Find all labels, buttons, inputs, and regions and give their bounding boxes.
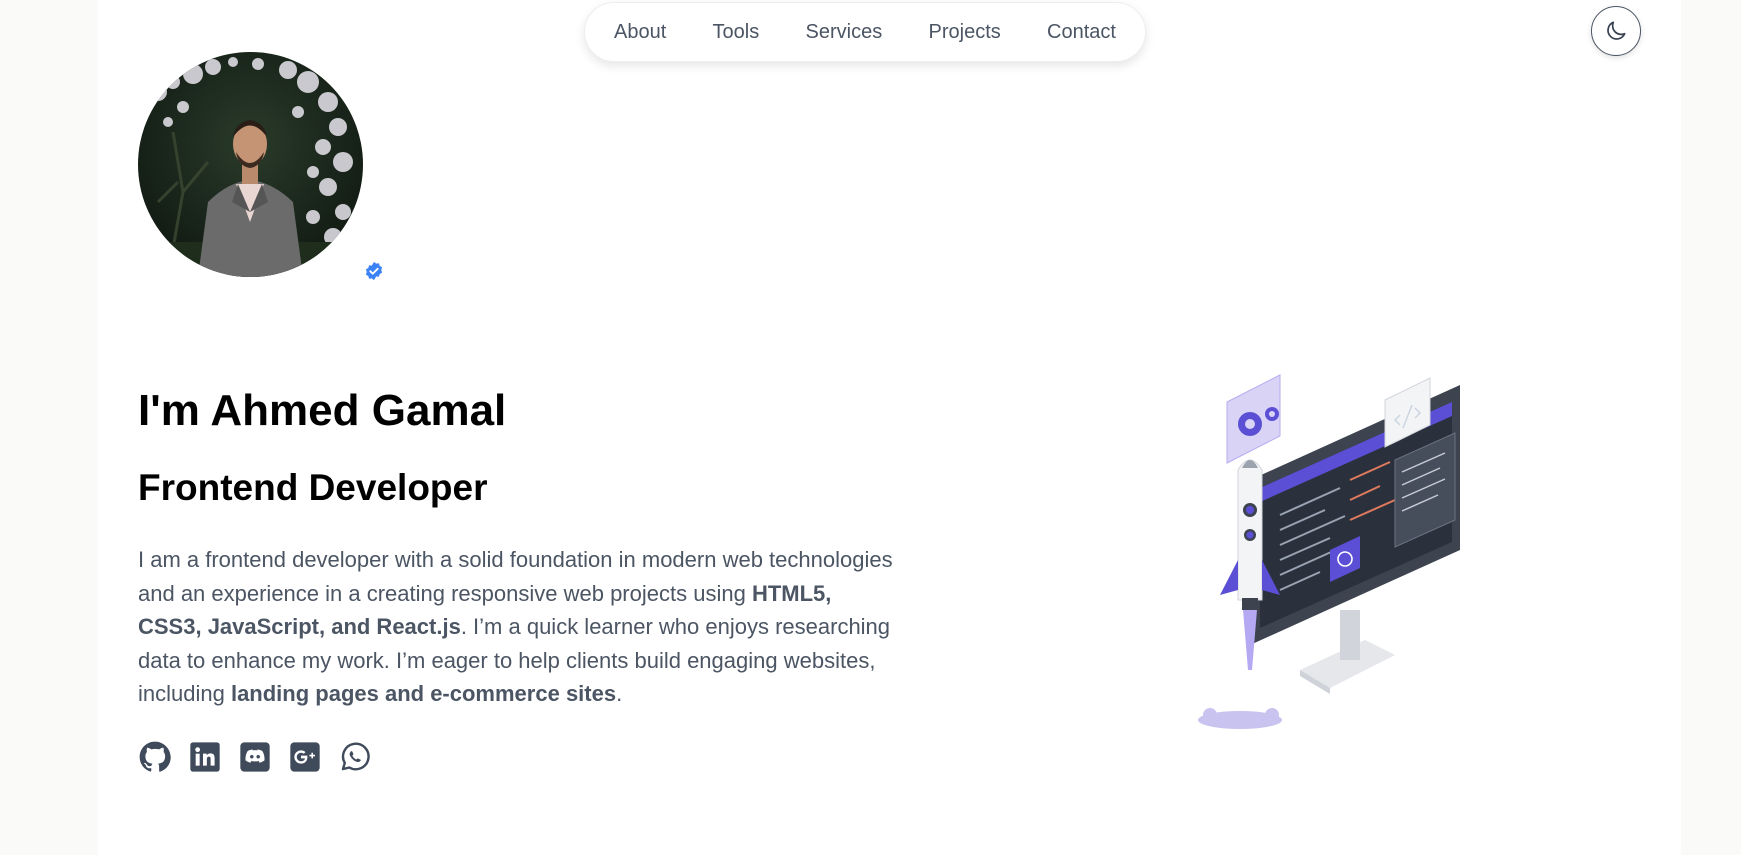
- theme-toggle-button[interactable]: [1591, 6, 1641, 56]
- github-icon: [139, 741, 171, 772]
- page-container: About Tools Services Projects Contact I'…: [98, 0, 1681, 855]
- hero-bio: I am a frontend developer with a solid f…: [138, 543, 898, 711]
- nav-tools[interactable]: Tools: [713, 21, 760, 44]
- google-plus-icon: [290, 742, 320, 772]
- hero-name: I'm Ahmed Gamal: [138, 386, 507, 435]
- social-links: [138, 740, 388, 774]
- google-plus-link[interactable]: [288, 740, 322, 774]
- discord-link[interactable]: [238, 740, 272, 774]
- verified-badge-icon: [365, 261, 383, 281]
- discord-icon: [240, 742, 270, 772]
- moon-icon: [1607, 21, 1626, 40]
- linkedin-icon: [190, 742, 220, 772]
- linkedin-link[interactable]: [188, 740, 222, 774]
- top-nav: About Tools Services Projects Contact: [584, 2, 1146, 62]
- nav-projects[interactable]: Projects: [929, 21, 1001, 44]
- whatsapp-icon: [341, 742, 370, 771]
- nav-contact[interactable]: Contact: [1047, 21, 1116, 44]
- avatar: [138, 52, 363, 277]
- profile-photo: [138, 52, 363, 277]
- whatsapp-link[interactable]: [338, 740, 372, 774]
- nav-services[interactable]: Services: [806, 21, 883, 44]
- developer-illustration: [1198, 374, 1460, 729]
- bio-project-types: landing pages and e-commerce sites: [230, 681, 617, 707]
- nav-about[interactable]: About: [614, 21, 666, 44]
- hero-role: Frontend Developer: [138, 467, 488, 508]
- github-link[interactable]: [138, 740, 172, 774]
- bio-text-3: .: [616, 681, 623, 707]
